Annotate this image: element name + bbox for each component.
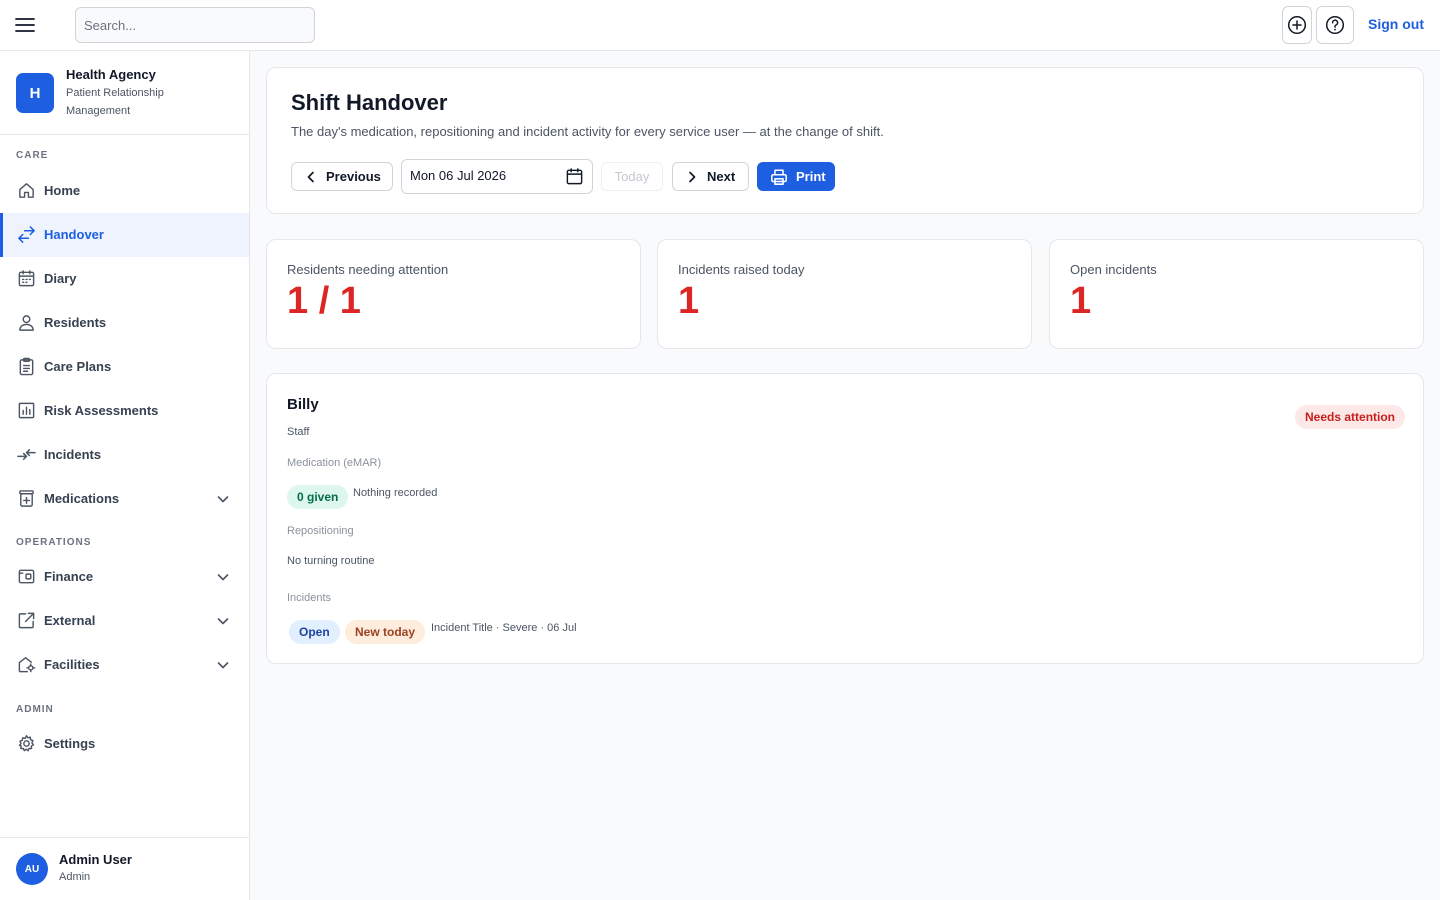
status-badge: Needs attention bbox=[1295, 405, 1406, 429]
date-picker[interactable] bbox=[401, 159, 593, 194]
incidents-section-label: Incidents bbox=[287, 592, 332, 604]
repositioning-section-label: Repositioning bbox=[287, 525, 354, 537]
print-button[interactable]: Print bbox=[757, 162, 835, 191]
section-label-admin: ADMIN bbox=[16, 704, 54, 715]
today-button[interactable]: Today bbox=[601, 162, 663, 191]
building-icon bbox=[17, 655, 36, 674]
arrows-in-icon bbox=[17, 445, 36, 464]
chevron-right-icon bbox=[685, 170, 699, 184]
medication-given-badge: 0 given bbox=[287, 485, 349, 509]
incident-detail[interactable]: Incident Title · Severe · 06 Jul bbox=[431, 622, 577, 634]
sidebar-item-label: Diary bbox=[44, 271, 77, 286]
user-name: Admin User bbox=[59, 852, 132, 867]
chevron-left-icon bbox=[304, 170, 318, 184]
brand-subtitle: Patient Relationship Management bbox=[66, 87, 164, 117]
brand-logo: H bbox=[16, 73, 54, 113]
chevron-down-icon bbox=[216, 658, 230, 672]
sidebar-item-label: Incidents bbox=[44, 447, 102, 462]
sidebar: H Health Agency Patient Relationship Man… bbox=[0, 51, 250, 900]
resident-name[interactable]: Billy bbox=[287, 396, 319, 413]
page-title: Shift Handover bbox=[291, 90, 448, 115]
user-role: Admin bbox=[59, 871, 91, 883]
sidebar-item-risk-assessments[interactable]: Risk Assessments bbox=[0, 389, 249, 433]
stat-label: Incidents raised today bbox=[678, 262, 805, 277]
next-label: Next bbox=[707, 169, 736, 184]
chevron-down-icon bbox=[216, 570, 230, 584]
search-input[interactable] bbox=[75, 7, 315, 43]
chevron-down-icon bbox=[216, 614, 230, 628]
chevron-down-icon bbox=[216, 492, 230, 506]
medicine-icon bbox=[17, 489, 36, 508]
section-label-care: CARE bbox=[16, 150, 49, 161]
section-label-operations: OPERATIONS bbox=[16, 537, 92, 548]
medication-section-label: Medication (eMAR) bbox=[287, 457, 382, 469]
sidebar-item-external[interactable]: External bbox=[0, 599, 249, 643]
previous-label: Previous bbox=[326, 169, 381, 184]
add-button[interactable] bbox=[1282, 6, 1312, 44]
date-input[interactable] bbox=[410, 168, 560, 183]
stat-card-incidents-today: Incidents raised today 1 bbox=[657, 239, 1032, 349]
incident-new-badge: New today bbox=[345, 620, 426, 644]
sidebar-item-medications[interactable]: Medications bbox=[0, 477, 249, 521]
sidebar-item-label: Medications bbox=[44, 491, 120, 506]
stat-label: Residents needing attention bbox=[287, 262, 449, 277]
help-button[interactable] bbox=[1316, 6, 1354, 44]
home-icon bbox=[17, 181, 36, 200]
plus-circle-icon bbox=[1287, 15, 1307, 35]
sidebar-item-label: Home bbox=[44, 183, 81, 198]
print-label: Print bbox=[796, 169, 826, 184]
sidebar-item-label: Facilities bbox=[44, 657, 100, 672]
help-circle-icon bbox=[1325, 15, 1345, 35]
today-label: Today bbox=[614, 169, 650, 184]
avatar: AU bbox=[16, 853, 48, 885]
sidebar-item-care-plans[interactable]: Care Plans bbox=[0, 345, 249, 389]
wallet-icon bbox=[17, 567, 36, 586]
chart-icon bbox=[17, 401, 36, 420]
sidebar-item-home[interactable]: Home bbox=[0, 169, 249, 213]
clipboard-icon bbox=[17, 357, 36, 376]
sidebar-item-label: Handover bbox=[44, 227, 104, 242]
stat-value: 1 / 1 bbox=[287, 280, 361, 322]
arrows-exchange-icon bbox=[17, 225, 36, 244]
stat-label: Open incidents bbox=[1070, 262, 1157, 277]
user-profile[interactable]: AU Admin User Admin bbox=[0, 837, 249, 900]
printer-icon bbox=[770, 168, 788, 186]
handover-header-card: Shift Handover The day's medication, rep… bbox=[266, 67, 1424, 214]
calendar-icon bbox=[17, 269, 36, 288]
gear-icon bbox=[17, 734, 36, 753]
stat-card-residents-attention: Residents needing attention 1 / 1 bbox=[266, 239, 641, 349]
stat-card-open-incidents: Open incidents 1 bbox=[1049, 239, 1424, 349]
brand: H Health Agency Patient Relationship Man… bbox=[0, 51, 249, 135]
sidebar-item-diary[interactable]: Diary bbox=[0, 257, 249, 301]
sidebar-item-handover[interactable]: Handover bbox=[0, 213, 249, 257]
medication-note: Nothing recorded bbox=[353, 487, 438, 499]
sidebar-item-finance[interactable]: Finance bbox=[0, 555, 249, 599]
user-icon bbox=[17, 313, 36, 332]
sidebar-item-settings[interactable]: Settings bbox=[0, 722, 249, 766]
resident-role: Staff bbox=[287, 426, 310, 438]
calendar-icon[interactable] bbox=[565, 167, 584, 186]
sidebar-item-incidents[interactable]: Incidents bbox=[0, 433, 249, 477]
brand-name: Health Agency bbox=[66, 67, 156, 82]
sidebar-item-label: Care Plans bbox=[44, 359, 112, 374]
stat-value: 1 bbox=[1070, 280, 1092, 322]
stat-value: 1 bbox=[678, 280, 700, 322]
previous-day-button[interactable]: Previous bbox=[291, 162, 393, 191]
menu-icon[interactable] bbox=[14, 14, 36, 36]
next-day-button[interactable]: Next bbox=[672, 162, 749, 191]
repositioning-note: No turning routine bbox=[287, 555, 375, 567]
sidebar-item-label: Settings bbox=[44, 736, 96, 751]
incident-status-badge: Open bbox=[289, 620, 340, 644]
sidebar-item-label: Finance bbox=[44, 569, 94, 584]
page-description: The day's medication, repositioning and … bbox=[291, 124, 884, 139]
top-bar: Sign out bbox=[0, 0, 1440, 51]
resident-card: Billy Staff Needs attention Medication (… bbox=[266, 373, 1424, 664]
sign-out-link[interactable]: Sign out bbox=[1368, 16, 1424, 32]
sidebar-item-residents[interactable]: Residents bbox=[0, 301, 249, 345]
sidebar-item-facilities[interactable]: Facilities bbox=[0, 643, 249, 687]
sidebar-item-label: External bbox=[44, 613, 96, 628]
sidebar-item-label: Risk Assessments bbox=[44, 403, 159, 418]
sidebar-item-label: Residents bbox=[44, 315, 107, 330]
external-link-icon bbox=[17, 611, 36, 630]
